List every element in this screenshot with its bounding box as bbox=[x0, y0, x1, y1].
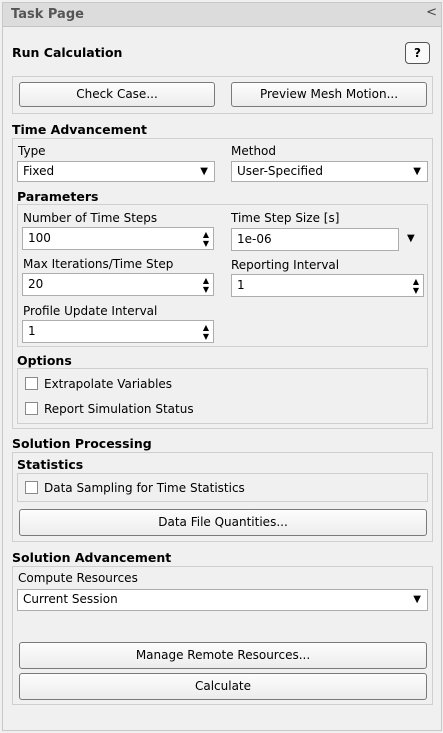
spin-up-icon[interactable]: ▲ bbox=[413, 278, 419, 286]
statistics-heading: Statistics bbox=[17, 457, 84, 472]
compute-resources-value: Current Session bbox=[23, 592, 118, 606]
chevron-down-icon[interactable]: ▼ bbox=[407, 233, 415, 244]
num-time-steps-label: Number of Time Steps bbox=[23, 211, 158, 225]
task-page-titlebar: Task Page < bbox=[3, 3, 441, 27]
method-label: Method bbox=[231, 144, 277, 158]
profile-update-spinner[interactable]: 1 ▲ ▼ bbox=[22, 320, 214, 343]
num-time-steps-spinner[interactable]: 100 ▲ ▼ bbox=[22, 227, 214, 250]
chevron-down-icon: ▼ bbox=[200, 166, 208, 177]
spin-up-icon[interactable]: ▲ bbox=[203, 324, 209, 332]
report-simulation-status-label: Report Simulation Status bbox=[44, 402, 194, 416]
chevron-down-icon: ▼ bbox=[413, 594, 421, 605]
spin-down-icon[interactable]: ▼ bbox=[203, 240, 209, 248]
reporting-interval-label: Reporting Interval bbox=[231, 258, 340, 272]
type-label: Type bbox=[18, 144, 46, 158]
chevron-down-icon: ▼ bbox=[413, 166, 421, 177]
reporting-interval-value: 1 bbox=[237, 278, 245, 292]
type-dropdown[interactable]: Fixed ▼ bbox=[17, 161, 215, 182]
profile-update-label: Profile Update Interval bbox=[23, 304, 158, 318]
reporting-interval-spinner[interactable]: 1 ▲ ▼ bbox=[231, 274, 424, 297]
solution-processing-heading: Solution Processing bbox=[12, 436, 152, 451]
type-value: Fixed bbox=[23, 164, 55, 178]
panel-title: Task Page bbox=[11, 7, 84, 22]
report-simulation-status-checkbox[interactable] bbox=[25, 402, 38, 415]
run-calculation-heading: Run Calculation bbox=[12, 45, 123, 60]
method-dropdown[interactable]: User-Specified ▼ bbox=[231, 161, 428, 182]
time-step-size-value: 1e-06 bbox=[237, 232, 272, 246]
spin-down-icon[interactable]: ▼ bbox=[413, 287, 419, 295]
extrapolate-variables-checkbox[interactable] bbox=[25, 377, 38, 390]
spin-down-icon[interactable]: ▼ bbox=[203, 333, 209, 341]
time-step-size-label: Time Step Size [s] bbox=[231, 211, 340, 225]
compute-resources-dropdown[interactable]: Current Session ▼ bbox=[17, 589, 428, 611]
spin-up-icon[interactable]: ▲ bbox=[203, 231, 209, 239]
spin-down-icon[interactable]: ▼ bbox=[203, 286, 209, 294]
solution-advancement-heading: Solution Advancement bbox=[12, 550, 172, 565]
collapse-icon[interactable]: < bbox=[426, 5, 437, 20]
options-heading: Options bbox=[17, 353, 72, 368]
help-button[interactable]: ? bbox=[405, 42, 430, 64]
extrapolate-variables-label: Extrapolate Variables bbox=[44, 377, 173, 391]
data-file-quantities-button[interactable]: Data File Quantities... bbox=[19, 509, 427, 536]
data-sampling-label: Data Sampling for Time Statistics bbox=[44, 481, 245, 495]
max-iterations-label: Max Iterations/Time Step bbox=[23, 257, 174, 271]
parameters-heading: Parameters bbox=[17, 189, 99, 204]
time-advancement-heading: Time Advancement bbox=[12, 122, 148, 137]
profile-update-value: 1 bbox=[28, 324, 36, 338]
preview-mesh-motion-button[interactable]: Preview Mesh Motion... bbox=[231, 82, 427, 107]
data-sampling-checkbox[interactable] bbox=[25, 481, 38, 494]
method-value: User-Specified bbox=[237, 164, 324, 178]
spin-up-icon[interactable]: ▲ bbox=[203, 277, 209, 285]
time-step-size-input[interactable]: 1e-06 bbox=[231, 228, 399, 251]
num-time-steps-value: 100 bbox=[28, 231, 51, 245]
max-iterations-spinner[interactable]: 20 ▲ ▼ bbox=[22, 273, 214, 296]
calculate-button[interactable]: Calculate bbox=[19, 673, 427, 700]
manage-remote-resources-button[interactable]: Manage Remote Resources... bbox=[19, 642, 427, 669]
check-case-button[interactable]: Check Case... bbox=[19, 82, 215, 107]
compute-resources-label: Compute Resources bbox=[18, 571, 138, 585]
max-iterations-value: 20 bbox=[28, 277, 44, 291]
